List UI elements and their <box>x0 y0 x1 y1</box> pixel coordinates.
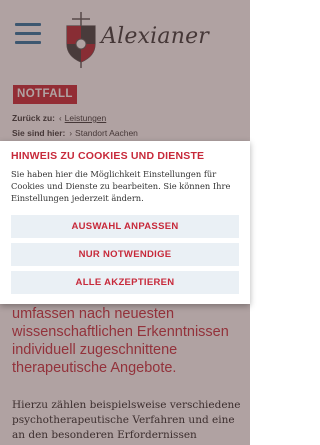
cookie-dialog-text: Sie haben hier die Möglichkeit Einstellu… <box>11 169 231 203</box>
cookie-dialog-title: HINWEIS ZU COOKIES UND DIENSTE <box>11 150 205 162</box>
accept-all-button[interactable]: ALLE AKZEPTIEREN <box>11 271 239 294</box>
necessary-only-button[interactable]: NUR NOTWENDIGE <box>11 243 239 266</box>
customize-selection-button[interactable]: AUSWAHL ANPASSEN <box>11 215 239 238</box>
cookie-consent-dialog: HINWEIS ZU COOKIES UND DIENSTE Sie haben… <box>0 141 250 304</box>
